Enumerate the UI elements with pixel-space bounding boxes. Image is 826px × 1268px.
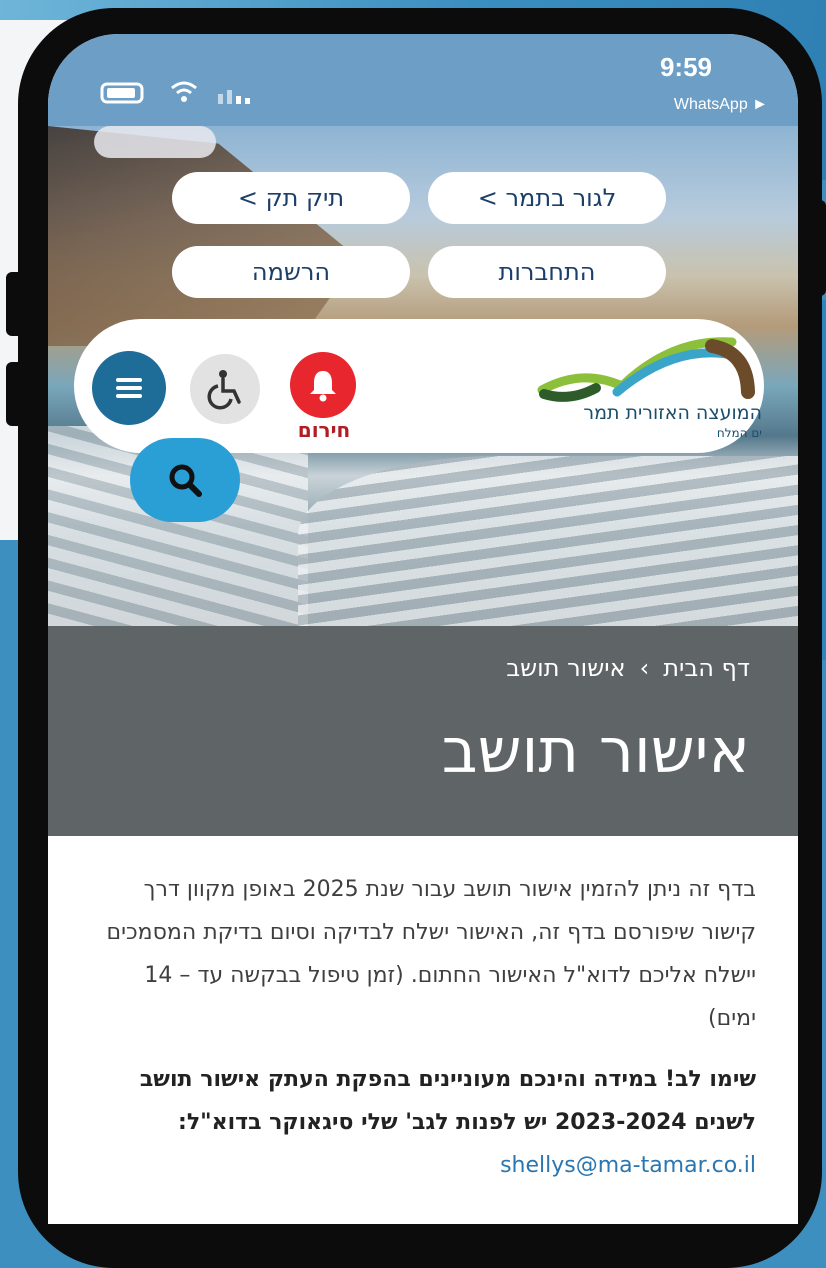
login-button[interactable]: התחברות	[428, 246, 666, 298]
volume-down-button	[6, 362, 26, 426]
hamburger-icon	[116, 378, 142, 398]
search-icon	[169, 464, 202, 497]
status-time: 9:59	[659, 52, 712, 82]
status-icons	[100, 81, 250, 104]
wheelchair-icon	[207, 370, 241, 410]
emergency-button[interactable]	[290, 352, 356, 418]
power-button	[812, 200, 826, 296]
register-button[interactable]: הרשמה	[172, 246, 410, 298]
contact-email-link[interactable]: shellys@ma-tamar.co.il	[500, 1153, 756, 1178]
nav-live-in-tamar-button[interactable]: לגור בתמר >	[428, 172, 666, 224]
page-title: אישור תושב	[441, 714, 750, 787]
notice-text: שימו לב! במידה והינכם מעוניינים בהפקת הע…	[139, 1067, 756, 1135]
salt-formation-right	[298, 456, 798, 626]
nav-tik-tak-button[interactable]: תיק תק >	[172, 172, 410, 224]
page-content: בדף זה ניתן להזמין אישור תושב עבור שנת 2…	[96, 868, 756, 1187]
breadcrumb-home-link[interactable]: דף הבית	[663, 654, 750, 682]
breadcrumb-separator: ›	[639, 654, 650, 682]
status-bar: 9:59 WhatsApp ►	[48, 34, 798, 126]
top-pill-placeholder	[94, 126, 216, 158]
back-to-app-link[interactable]: WhatsApp ►	[674, 96, 768, 114]
council-logo	[537, 337, 755, 402]
phone-screen: 9:59 WhatsApp ► לגור בתמר > תיק תק > התח…	[48, 34, 798, 1224]
intro-paragraph: בדף זה ניתן להזמין אישור תושב עבור שנת 2…	[106, 877, 756, 1031]
breadcrumb-current: אישור תושב	[506, 654, 626, 682]
notice-paragraph: שימו לב! במידה והינכם מעוניינים בהפקת הע…	[96, 1058, 756, 1187]
cliff-shape	[48, 126, 358, 346]
volume-up-button	[6, 272, 26, 336]
signal-icon	[218, 94, 223, 104]
bell-icon	[310, 371, 336, 402]
menu-button[interactable]	[92, 351, 166, 425]
search-button[interactable]	[130, 438, 240, 522]
council-subtitle: ים המלח	[716, 426, 762, 440]
council-name: המועצה האזורית תמר	[583, 402, 762, 424]
emergency-label: חירום	[297, 418, 351, 442]
accessibility-button[interactable]	[190, 354, 260, 424]
wifi-icon	[171, 81, 197, 90]
breadcrumb: דף הבית › אישור תושב	[506, 654, 750, 682]
